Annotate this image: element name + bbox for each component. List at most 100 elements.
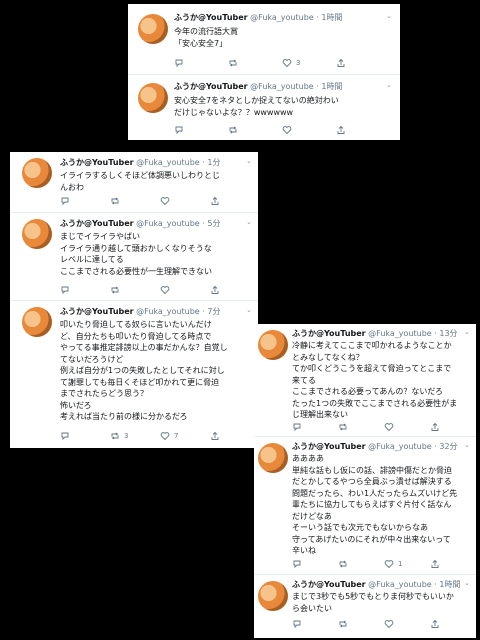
retweet-icon bbox=[111, 286, 119, 294]
tweet-actions bbox=[292, 422, 467, 434]
reply-button[interactable] bbox=[60, 431, 70, 441]
reply-button[interactable] bbox=[292, 619, 302, 629]
retweet-button[interactable] bbox=[228, 58, 242, 68]
share-icon bbox=[431, 559, 439, 568]
chevron-down-icon[interactable]: ⌄ bbox=[386, 12, 392, 20]
share-button[interactable] bbox=[430, 619, 440, 629]
tweet-time[interactable]: · 1時間 bbox=[316, 82, 342, 91]
author-name[interactable]: ふうか@YouTuber bbox=[60, 307, 134, 316]
share-icon bbox=[431, 422, 439, 431]
like-button[interactable] bbox=[160, 285, 170, 295]
retweet-button[interactable] bbox=[110, 196, 120, 206]
tweet[interactable]: ふうか@YouTuber @Fuka_youtube · 1分 ⌄ イライラする… bbox=[10, 152, 258, 212]
author-name[interactable]: ふうか@YouTuber bbox=[60, 158, 134, 167]
tweet[interactable]: ふうか@YouTuber @Fuka_youtube · 13分 ⌄ 冷静に考え… bbox=[254, 324, 476, 436]
avatar[interactable] bbox=[22, 158, 52, 188]
share-button[interactable] bbox=[336, 58, 346, 68]
share-icon bbox=[211, 196, 219, 205]
retweet-icon bbox=[229, 59, 237, 67]
author-name[interactable]: ふうか@YouTuber bbox=[292, 329, 366, 338]
retweet-button[interactable] bbox=[110, 285, 120, 295]
reply-button[interactable] bbox=[174, 125, 184, 135]
reply-button[interactable] bbox=[174, 58, 184, 68]
author-handle[interactable]: @Fuka_youtube bbox=[250, 13, 314, 22]
author-handle[interactable]: @Fuka_youtube bbox=[250, 82, 314, 91]
like-count: 3 bbox=[296, 59, 301, 67]
like-button[interactable] bbox=[384, 422, 394, 432]
tweet-text: 叩いたり脅迫してる奴らに言いたいんだけ ど、自分たちも叩いたり脅迫してる時点で … bbox=[60, 319, 228, 423]
share-button[interactable] bbox=[430, 559, 440, 569]
tweet[interactable]: ふうか@YouTuber @Fuka_youtube · 32分 ⌄ ああああ … bbox=[254, 436, 476, 574]
tweet-time[interactable]: · 5分 bbox=[202, 219, 220, 228]
tweet[interactable]: ふうか@YouTuber @Fuka_youtube · 7分 ⌄ 叩いたり脅迫… bbox=[10, 300, 258, 448]
retweet-button[interactable] bbox=[338, 422, 348, 432]
tweet-header: ふうか@YouTuber @Fuka_youtube · 5分 bbox=[60, 218, 245, 229]
like-button[interactable]: 1 bbox=[384, 559, 402, 569]
author-handle[interactable]: @Fuka_youtube bbox=[368, 442, 432, 451]
reply-icon bbox=[175, 59, 183, 68]
tweet-line: 輩たちに協力してもらえばすぐ片付く話なん bbox=[292, 500, 452, 509]
tweet-time[interactable]: · 32分 bbox=[434, 442, 457, 451]
reply-button[interactable] bbox=[292, 559, 302, 569]
tweet-line: 単純な話もし仮にの話、誹謗中傷だとか脅迫 bbox=[292, 465, 452, 475]
tweet[interactable]: ふうか@YouTuber @Fuka_youtube · 1時間 ⌄ まじで3秒… bbox=[254, 574, 476, 638]
share-button[interactable] bbox=[210, 431, 220, 441]
like-button[interactable] bbox=[160, 196, 170, 206]
avatar[interactable] bbox=[138, 14, 168, 44]
retweet-button[interactable] bbox=[228, 125, 238, 135]
tweet[interactable]: ふうか@YouTuber @Fuka_youtube · 1時間 ⌄ 今年の流行… bbox=[128, 4, 400, 74]
chevron-down-icon[interactable]: ⌄ bbox=[246, 157, 252, 165]
author-name[interactable]: ふうか@YouTuber bbox=[292, 442, 366, 451]
chevron-down-icon[interactable]: ⌄ bbox=[464, 579, 470, 587]
reply-button[interactable] bbox=[60, 285, 70, 295]
share-button[interactable] bbox=[210, 196, 220, 206]
like-button[interactable]: 3 bbox=[282, 58, 300, 68]
reply-button[interactable] bbox=[60, 196, 70, 206]
like-button[interactable]: 7 bbox=[160, 431, 178, 441]
retweet-button[interactable] bbox=[338, 559, 348, 569]
author-name[interactable]: ふうか@YouTuber bbox=[60, 219, 134, 228]
tweet-time[interactable]: · 7分 bbox=[202, 307, 220, 316]
like-button[interactable] bbox=[282, 125, 292, 135]
author-name[interactable]: ふうか@YouTuber bbox=[174, 13, 248, 22]
avatar[interactable] bbox=[258, 330, 288, 360]
tweet-line: イライラ通り越して頭おかしくなりそうな bbox=[60, 243, 212, 253]
share-button[interactable] bbox=[210, 285, 220, 295]
chevron-down-icon[interactable]: ⌄ bbox=[246, 306, 252, 314]
tweet[interactable]: ふうか@YouTuber @Fuka_youtube · 5分 ⌄ まじでイライ… bbox=[10, 212, 258, 300]
author-name[interactable]: ふうか@YouTuber bbox=[174, 82, 248, 91]
chevron-down-icon[interactable]: ⌄ bbox=[386, 81, 392, 89]
tweet-time[interactable]: · 1時間 bbox=[434, 580, 460, 589]
like-count: 1 bbox=[398, 560, 403, 568]
author-handle[interactable]: @Fuka_youtube bbox=[136, 307, 200, 316]
avatar[interactable] bbox=[258, 581, 288, 611]
chevron-down-icon[interactable]: ⌄ bbox=[246, 218, 252, 226]
reply-icon bbox=[293, 560, 301, 569]
tweet-time[interactable]: · 1分 bbox=[202, 158, 220, 167]
tweet[interactable]: ふうか@YouTuber @Fuka_youtube · 1時間 ⌄ 安心安全7… bbox=[128, 74, 400, 140]
like-button[interactable] bbox=[384, 619, 394, 629]
avatar[interactable] bbox=[138, 83, 168, 113]
reply-button[interactable] bbox=[292, 422, 302, 432]
tweet-time[interactable]: · 1時間 bbox=[316, 13, 342, 22]
tweet-time[interactable]: · 13分 bbox=[434, 329, 457, 338]
author-handle[interactable]: @Fuka_youtube bbox=[136, 158, 200, 167]
reply-icon bbox=[175, 126, 183, 135]
author-handle[interactable]: @Fuka_youtube bbox=[368, 329, 432, 338]
retweet-button[interactable] bbox=[338, 619, 348, 629]
author-handle[interactable]: @Fuka_youtube bbox=[136, 219, 200, 228]
share-button[interactable] bbox=[430, 422, 440, 432]
chevron-down-icon[interactable]: ⌄ bbox=[464, 328, 470, 336]
chevron-down-icon[interactable]: ⌄ bbox=[464, 441, 470, 449]
share-button[interactable] bbox=[336, 125, 346, 135]
avatar[interactable] bbox=[22, 307, 52, 337]
retweet-button[interactable]: 3 bbox=[110, 431, 128, 441]
tweet-line: 問題だったら、わい1人だったらムズいけど先 bbox=[292, 488, 458, 498]
avatar[interactable] bbox=[258, 443, 288, 473]
tweet-line: まじで3秒でも5秒でもとりま何秒でもいいか bbox=[292, 592, 454, 601]
tweet-line: じ理解出来ない bbox=[292, 410, 348, 419]
avatar[interactable] bbox=[22, 219, 52, 249]
author-handle[interactable]: @Fuka_youtube bbox=[368, 580, 432, 589]
author-name[interactable]: ふうか@YouTuber bbox=[292, 580, 366, 589]
retweet-count: 3 bbox=[124, 432, 129, 440]
